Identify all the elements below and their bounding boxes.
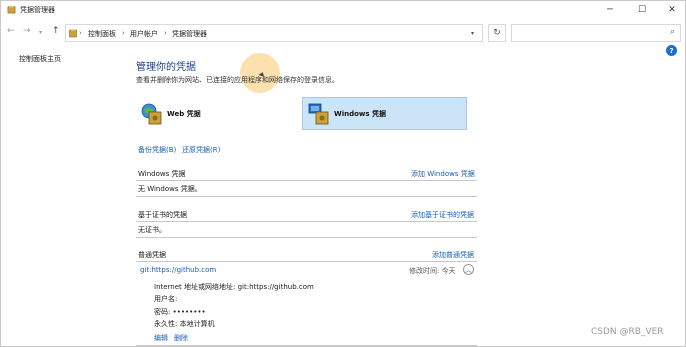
breadcrumb-separator: › (164, 29, 167, 37)
credential-modified-time: 修改时间: 今天 (409, 267, 456, 275)
control-panel-home-link[interactable]: 控制面板主页 (19, 54, 61, 64)
credential-entry-name[interactable]: git:https://github.com (140, 266, 216, 274)
section-divider (136, 221, 477, 222)
web-credentials-label: Web 凭据 (167, 109, 201, 118)
back-arrow-icon[interactable]: ← (7, 26, 15, 36)
delete-credential-link[interactable]: 删除 (174, 333, 188, 343)
refresh-icon: ↻ (493, 28, 501, 38)
credential-username: 用户名: (154, 295, 178, 303)
section-divider (136, 345, 477, 346)
control-panel-icon (69, 29, 77, 38)
close-button[interactable]: ✕ (657, 1, 686, 19)
add-windows-credential-link[interactable]: 添加 Windows 凭据 (411, 169, 475, 179)
backup-credentials-link[interactable]: 备份凭据(B) (138, 145, 176, 155)
windows-credentials-tile[interactable]: Windows 凭据 (302, 97, 467, 130)
section-divider (136, 180, 477, 181)
section-divider (136, 196, 477, 197)
web-credentials-icon (141, 103, 162, 124)
maximize-icon: ☐ (637, 5, 647, 15)
help-icon: ? (669, 46, 674, 55)
help-button[interactable]: ? (666, 45, 677, 56)
page-description: 查看并删除你为网站、已连接的应用程序和网络保存的登录信息。 (136, 76, 339, 84)
edit-credential-link[interactable]: 编辑 (154, 333, 168, 343)
cert-credentials-empty: 无证书。 (138, 226, 166, 234)
breadcrumb-separator: › (79, 29, 82, 37)
up-arrow-icon[interactable]: ↑ (52, 26, 60, 36)
breadcrumb-user-accounts[interactable]: 用户帐户 (130, 29, 158, 39)
windows-credentials-empty: 无 Windows 凭据。 (138, 185, 202, 193)
windows-credentials-section-title: Windows 凭据 (138, 170, 186, 178)
search-icon: ⌕ (669, 27, 675, 37)
generic-credentials-section-title: 普通凭据 (138, 251, 166, 259)
refresh-button[interactable]: ↻ (488, 24, 506, 42)
section-divider (136, 261, 477, 262)
collapse-credential-button[interactable]: ︿ (463, 264, 474, 275)
credential-password: 密码: •••••••• (154, 308, 206, 316)
credential-vault-icon (7, 5, 16, 14)
page-title: 管理你的凭据 (136, 62, 196, 73)
minimize-button[interactable]: ─ (595, 1, 625, 19)
address-dropdown-icon[interactable]: ▾ (471, 30, 474, 37)
window-title: 凭据管理器 (20, 6, 55, 14)
forward-arrow-icon[interactable]: → (23, 26, 31, 36)
chevron-up-icon: ︿ (465, 265, 472, 274)
maximize-button[interactable]: ☐ (627, 1, 657, 19)
address-bar[interactable]: › 控制面板 › 用户帐户 › 凭据管理器 ▾ (65, 24, 483, 42)
breadcrumb-credential-manager[interactable]: 凭据管理器 (172, 29, 207, 39)
web-credentials-tile[interactable]: Web 凭据 (136, 97, 301, 130)
windows-credentials-label: Windows 凭据 (334, 109, 386, 118)
section-divider (136, 237, 477, 238)
breadcrumb-separator: › (122, 29, 125, 37)
search-input[interactable]: ⌕ (511, 24, 681, 42)
credential-persistence: 永久性: 本地计算机 (154, 320, 215, 328)
title-bar: 凭据管理器 ─ ☐ ✕ (1, 1, 686, 19)
windows-credentials-icon (308, 103, 329, 124)
cert-credentials-section-title: 基于证书的凭据 (138, 211, 187, 219)
watermark-text: CSDN @RB_VER (591, 327, 664, 337)
recent-locations-icon[interactable]: ▾ (39, 29, 42, 36)
credential-manager-window: 凭据管理器 ─ ☐ ✕ ← → ▾ ↑ › 控制面板 › 用户帐户 › 凭据管理… (0, 0, 686, 347)
credential-address: Internet 地址或网络地址: git:https://github.com (154, 283, 314, 291)
add-cert-credential-link[interactable]: 添加基于证书的凭据 (411, 210, 474, 220)
minimize-icon: ─ (607, 5, 613, 15)
restore-credentials-link[interactable]: 还原凭据(R) (182, 145, 220, 155)
add-generic-credential-link[interactable]: 添加普通凭据 (432, 250, 474, 260)
close-icon: ✕ (668, 5, 676, 15)
breadcrumb-control-panel[interactable]: 控制面板 (88, 29, 116, 39)
navigation-bar: ← → ▾ ↑ › 控制面板 › 用户帐户 › 凭据管理器 ▾ ↻ ⌕ (1, 23, 686, 43)
